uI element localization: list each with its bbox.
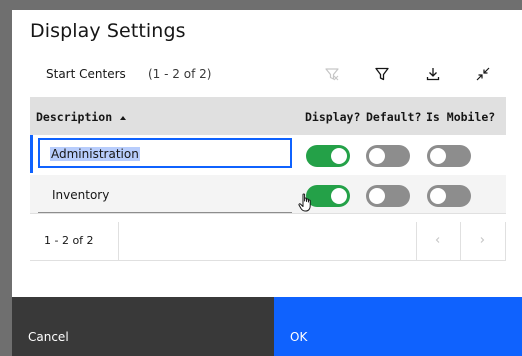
toggle-knob [430,148,446,164]
chevron-right-icon [480,237,485,243]
clear-filter-icon[interactable] [320,62,344,86]
pagination-bar: 1 - 2 of 2 [30,222,506,261]
table-title: Start Centers [46,67,126,81]
cancel-button[interactable]: Cancel [12,297,274,356]
ok-button-label: OK [290,330,308,344]
toggle-knob [369,188,385,204]
display-toggle[interactable] [306,145,350,167]
table-row[interactable]: Inventory [30,175,506,214]
description-field-value: Inventory [52,188,110,202]
table-toolbar: Start Centers (1 - 2 of 2) [30,58,522,90]
table-header: Description Display? Default? Is Mobile? [30,97,506,135]
dialog-footer: Cancel OK [12,297,522,356]
pagination-divider [460,222,461,260]
table-count: (1 - 2 of 2) [148,67,212,81]
column-header-display[interactable]: Display? [305,110,360,124]
pagination-divider [505,222,506,260]
cancel-button-label: Cancel [28,330,69,344]
ok-button[interactable]: OK [274,297,522,356]
default-toggle[interactable] [366,145,410,167]
dialog-title: Display Settings [30,20,186,42]
next-page-button[interactable] [472,230,492,250]
pagination-divider [118,222,119,260]
pagination-divider [416,222,417,260]
download-icon[interactable] [421,62,445,86]
mobile-toggle[interactable] [427,145,471,167]
description-field[interactable]: Inventory [38,175,292,213]
default-toggle[interactable] [366,185,410,207]
description-input[interactable]: Administration [38,138,292,168]
chevron-left-icon [435,237,440,243]
column-header-description-label: Description [36,110,113,124]
filter-icon[interactable] [370,62,394,86]
table-row[interactable]: Administration [30,135,506,173]
row-selected-indicator [30,135,33,173]
hand-cursor-icon [298,193,311,212]
display-settings-dialog: Display Settings Start Centers (1 - 2 of… [12,10,522,356]
column-header-description[interactable]: Description [36,110,127,124]
toggle-knob [430,188,446,204]
sort-ascending-icon [120,115,127,120]
toggle-knob [331,148,347,164]
column-header-mobile[interactable]: Is Mobile? [426,110,495,124]
previous-page-button[interactable] [428,230,448,250]
collapse-icon[interactable] [471,62,495,86]
toggle-knob [369,148,385,164]
mobile-toggle[interactable] [427,185,471,207]
pagination-range: 1 - 2 of 2 [44,234,94,247]
toggle-knob [331,188,347,204]
column-header-default[interactable]: Default? [366,110,421,124]
description-input-value: Administration [50,147,140,161]
